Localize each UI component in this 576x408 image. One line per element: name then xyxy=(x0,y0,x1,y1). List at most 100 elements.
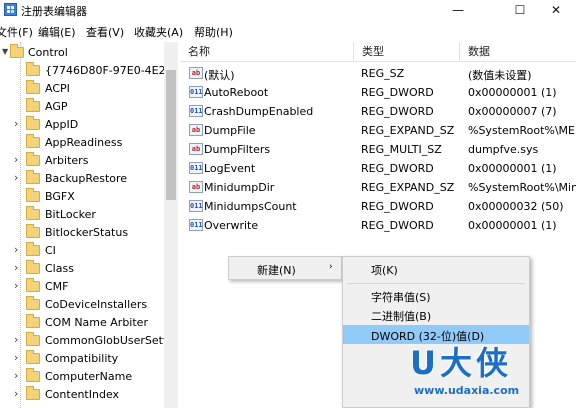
value-row[interactable]: 011 CrashDumpEnabled REG_DWORD 0x00000007 (… xyxy=(180,102,576,121)
tree-item[interactable]: › Arbiters xyxy=(0,152,164,170)
tree-item[interactable]: AGP xyxy=(0,98,164,116)
list-header: 名称 类型 数据 xyxy=(180,42,576,62)
watermark-text: U大侠 xyxy=(410,344,512,382)
string-value-icon: ab xyxy=(189,143,203,155)
chevron-right-icon[interactable]: › xyxy=(14,153,18,166)
tree-item-label: AGP xyxy=(45,100,68,113)
chevron-right-icon[interactable]: › xyxy=(14,243,18,256)
registry-tree[interactable]: ▼ Control {7746D80F-97E0-4E26- ACPI AGP › Ap… xyxy=(0,42,178,408)
tree-item[interactable]: AppReadiness xyxy=(0,134,164,152)
folder-icon xyxy=(26,332,40,346)
folder-icon xyxy=(26,350,40,364)
value-type: REG_SZ xyxy=(361,67,405,80)
scrollbar-thumb[interactable] xyxy=(166,70,176,200)
value-row[interactable]: 011 AutoReboot REG_DWORD 0x00000001 (1) xyxy=(180,83,576,102)
watermark-url: www.udaxia.com xyxy=(414,384,520,397)
value-type: REG_DWORD xyxy=(361,86,434,99)
context-menu: 新建(N) › xyxy=(228,256,342,280)
folder-icon xyxy=(26,98,40,112)
value-data: dumpfve.sys xyxy=(468,143,539,156)
value-name: DumpFile xyxy=(204,124,256,137)
value-data: %SystemRoot%\MEM xyxy=(468,124,576,137)
menu-favorites[interactable]: 收藏夹(A) xyxy=(134,24,183,40)
tree-item[interactable]: › CommonGlobUserSett xyxy=(0,332,167,350)
tree-item[interactable]: BitLocker xyxy=(0,206,164,224)
string-value-icon: ab xyxy=(189,124,203,136)
menu-view[interactable]: 查看(V) xyxy=(86,24,124,40)
tree-item-control[interactable]: ▼ Control xyxy=(0,44,164,62)
chevron-right-icon[interactable]: › xyxy=(14,261,18,274)
tree-item[interactable]: › CI xyxy=(0,242,164,260)
submenu-item-label: 项(K) xyxy=(371,264,398,277)
menu-help[interactable]: 帮助(H) xyxy=(194,24,233,40)
value-row[interactable]: 011 Overwrite REG_DWORD 0x00000001 (1) xyxy=(180,216,576,235)
tree-item[interactable]: › CMF xyxy=(0,278,164,296)
chevron-right-icon[interactable]: › xyxy=(14,369,18,382)
maximize-button[interactable]: ☐ xyxy=(500,0,540,20)
minimize-button[interactable]: — xyxy=(438,0,478,20)
value-type: REG_EXPAND_SZ xyxy=(361,124,455,137)
tree-item[interactable]: › BackupRestore xyxy=(0,170,164,188)
column-header-name[interactable]: 名称 xyxy=(180,42,354,62)
tree-item[interactable]: › ComputerName xyxy=(0,368,164,386)
binary-value-icon: 011 xyxy=(189,200,203,212)
value-data: %SystemRoot%\Mini xyxy=(468,181,576,194)
tree-item[interactable]: BitlockerStatus xyxy=(0,224,164,242)
tree-item[interactable]: BGFX xyxy=(0,188,164,206)
tree-item-label: CoDeviceInstallers xyxy=(45,298,148,311)
tree-item[interactable]: › ContentIndex xyxy=(0,386,164,404)
value-row[interactable]: ab MinidumpDir REG_EXPAND_SZ %SystemRoot%\M… xyxy=(180,178,576,197)
folder-icon xyxy=(26,314,40,328)
value-type: REG_DWORD xyxy=(361,219,434,232)
tree-item[interactable]: COM Name Arbiter xyxy=(0,314,164,332)
value-row[interactable]: ab DumpFilters REG_MULTI_SZ dumpfve.sys xyxy=(180,140,576,159)
value-name: AutoReboot xyxy=(204,86,269,99)
folder-icon xyxy=(26,224,40,238)
tree-item[interactable]: {7746D80F-97E0-4E26- xyxy=(0,62,177,80)
column-header-data[interactable]: 数据 xyxy=(460,42,576,62)
folder-icon xyxy=(26,62,40,76)
tree-item-label: Compatibility xyxy=(45,352,119,365)
tree-item[interactable]: ACPI xyxy=(0,80,164,98)
tree-item-label: ACPI xyxy=(45,82,70,95)
binary-value-icon: 011 xyxy=(189,105,203,117)
chevron-right-icon[interactable]: › xyxy=(14,171,18,184)
binary-value-icon: 011 xyxy=(189,162,203,174)
submenu-item-binary-value[interactable]: 二进制值(B) xyxy=(343,305,529,324)
value-row[interactable]: ab DumpFile REG_EXPAND_SZ %SystemRoot%\MEM xyxy=(180,121,576,140)
column-header-type[interactable]: 类型 xyxy=(354,42,460,62)
tree-scrollbar[interactable] xyxy=(164,42,178,408)
tree-item[interactable]: › AppID xyxy=(0,116,164,134)
submenu-item-key[interactable]: 项(K) xyxy=(343,259,529,278)
chevron-right-icon[interactable]: › xyxy=(14,387,18,400)
chevron-right-icon[interactable]: › xyxy=(14,117,18,130)
tree-item-label: BackupRestore xyxy=(45,172,128,185)
value-row[interactable]: 011 LogEvent REG_DWORD 0x00000001 (1) xyxy=(180,159,576,178)
chevron-right-icon[interactable]: › xyxy=(14,333,18,346)
value-data: (数值未设置) xyxy=(468,69,532,82)
menu-file[interactable]: 文件(F) xyxy=(0,24,33,40)
chevron-right-icon[interactable]: › xyxy=(14,279,18,292)
value-data: 0x00000001 (1) xyxy=(468,86,557,99)
tree-item[interactable]: › Class xyxy=(0,260,164,278)
context-menu-new[interactable]: 新建(N) xyxy=(257,262,296,278)
menu-separator xyxy=(347,283,525,284)
tree-item[interactable]: › Compatibility xyxy=(0,350,164,368)
close-button[interactable]: ✕ xyxy=(536,0,576,20)
chevron-down-icon[interactable]: ▼ xyxy=(2,47,8,56)
value-name: LogEvent xyxy=(204,162,256,175)
folder-icon xyxy=(26,80,40,94)
tree-item[interactable]: CoDeviceInstallers xyxy=(0,296,164,314)
folder-open-icon xyxy=(10,44,24,58)
tree-item-label: Class xyxy=(45,262,74,275)
chevron-right-icon[interactable]: › xyxy=(14,351,18,364)
value-row[interactable]: ab (默认) REG_SZ (数值未设置) xyxy=(180,64,576,83)
menu-edit[interactable]: 编辑(E) xyxy=(38,24,76,40)
folder-icon xyxy=(26,134,40,148)
chevron-right-icon: › xyxy=(329,262,333,272)
tree-item-label: ContentIndex xyxy=(45,388,120,401)
value-row[interactable]: 011 MinidumpsCount REG_DWORD 0x00000032 (50… xyxy=(180,197,576,216)
submenu-item-string-value[interactable]: 字符串值(S) xyxy=(343,286,529,305)
submenu-item-label: 二进制值(B) xyxy=(371,310,432,323)
string-value-icon: ab xyxy=(189,67,203,79)
